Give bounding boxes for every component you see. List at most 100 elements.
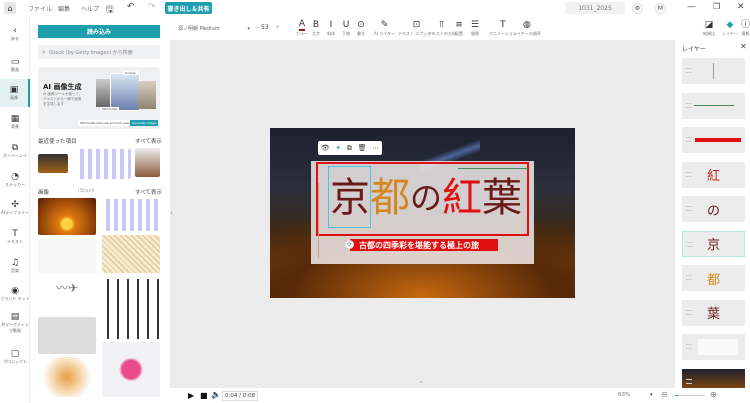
recent-thumb[interactable]	[38, 154, 68, 173]
menu-edit[interactable]: 編集	[58, 4, 70, 13]
project-name-field[interactable]: 1031_2025	[565, 2, 625, 14]
layer-item[interactable]: 京	[682, 230, 745, 257]
title-char[interactable]: 紅	[442, 178, 482, 218]
restore-icon[interactable]: ❐	[713, 2, 720, 11]
delete-icon[interactable]: 🗑	[358, 144, 367, 152]
font-select[interactable]: 源ノ明朝 Medium ▾	[175, 23, 253, 34]
drag-handle-icon[interactable]	[686, 68, 692, 73]
zoom-slider[interactable]	[675, 395, 705, 396]
duplicate-icon[interactable]: ⧉	[347, 144, 352, 153]
image-thumb[interactable]: 〰✈	[38, 279, 96, 313]
images-tab-istock[interactable]: iStock	[78, 188, 95, 194]
generate-image-button[interactable]: Generate Image	[130, 120, 159, 126]
zoom-out-icon[interactable]: ⊖	[661, 390, 668, 399]
subtitle-banner[interactable]: 古都の四季彩を堪能する極上の旅	[350, 239, 498, 251]
avatar[interactable]: M	[655, 3, 666, 14]
menu-help[interactable]: ヘルプ	[81, 4, 99, 13]
tool-underline[interactable]: U 下線	[342, 20, 350, 37]
tool-spacing[interactable]: ☰ 間隔	[471, 20, 479, 37]
tool-info[interactable]: ⓘ 情報	[741, 20, 750, 37]
layer-item[interactable]	[682, 127, 745, 153]
rail-item-music[interactable]: ♫ 音楽	[0, 252, 30, 280]
home-button[interactable]: ⌂	[4, 2, 16, 14]
layer-item[interactable]	[682, 334, 745, 360]
title-char[interactable]: 都	[370, 178, 410, 218]
tool-text-direction[interactable]: ⫪ テキストの方向	[428, 20, 456, 37]
layer-item[interactable]: 葉	[682, 299, 745, 326]
layer-item[interactable]: 紅	[682, 161, 745, 188]
save-icon[interactable]: 🖫	[106, 2, 114, 18]
font-size-increase[interactable]: +	[275, 24, 280, 31]
tool-bold[interactable]: B 太字	[312, 20, 320, 37]
drag-handle-icon[interactable]	[687, 241, 693, 247]
rail-item-sticker[interactable]: ◔ ステッカー	[0, 166, 30, 194]
drag-handle-icon[interactable]	[686, 137, 692, 142]
stop-icon[interactable]: ■	[200, 391, 208, 400]
rail-item-background[interactable]: ▦ 背景	[0, 108, 30, 136]
drag-handle-icon[interactable]	[686, 171, 692, 177]
expand-timeline-icon[interactable]: ⌃	[418, 380, 424, 388]
tool-ai-writer[interactable]: ✎ AI ライター	[374, 20, 395, 37]
tool-aspect-ratio[interactable]: ◪ 縦横比	[703, 20, 715, 37]
drag-handle-icon[interactable]	[686, 378, 692, 384]
redo-icon[interactable]: ↷	[148, 2, 156, 12]
minimize-icon[interactable]: —	[687, 2, 696, 12]
settings-icon[interactable]: ⚙	[632, 3, 643, 14]
tool-layer-order[interactable]: ◍ レイヤーの順序	[513, 20, 541, 37]
chevron-down-icon[interactable]: ▾	[650, 392, 653, 398]
play-icon[interactable]: ▶	[188, 391, 194, 400]
undo-icon[interactable]: ↶	[127, 2, 135, 12]
title-char[interactable]: 葉	[482, 178, 522, 218]
export-share-button[interactable]: 書き出し＆共有	[165, 2, 212, 14]
image-thumb[interactable]	[38, 239, 96, 273]
layer-item[interactable]: 都	[682, 265, 745, 291]
design-canvas[interactable]: 京 都 の 紅 葉 古都の四季彩を堪能する極上の旅 ⟳ 👁 ✦ ⧉ 🗑 ⋯	[270, 128, 575, 298]
recent-see-all[interactable]: すべて表示	[135, 137, 162, 145]
font-size-decrease[interactable]: −	[255, 24, 260, 31]
tool-align[interactable]: ≡ 配置	[455, 20, 463, 37]
rail-item-video[interactable]: ▭ 動画	[0, 51, 30, 79]
title-char[interactable]: の	[410, 182, 442, 214]
load-button[interactable]: 読み込み	[38, 25, 160, 38]
drag-handle-icon[interactable]	[686, 102, 692, 108]
image-thumb[interactable]	[102, 235, 160, 273]
image-thumb[interactable]	[38, 357, 96, 397]
rail-item-ai-marketing[interactable]: ▤ AIマーケティング動画	[0, 309, 30, 337]
image-thumb[interactable]	[38, 198, 96, 235]
close-layer-panel-icon[interactable]: ✕	[740, 42, 747, 51]
rail-item-text[interactable]: T テキスト	[0, 223, 30, 251]
tool-color[interactable]: A カラー	[296, 20, 308, 37]
volume-icon[interactable]: 🔈	[211, 390, 221, 399]
rotate-handle-icon[interactable]: ⟳	[345, 240, 354, 249]
drag-handle-icon[interactable]	[686, 344, 692, 349]
layer-item[interactable]: の	[682, 196, 745, 222]
recent-thumb[interactable]	[135, 148, 160, 177]
font-size-input[interactable]: 53	[261, 24, 269, 31]
collapse-panel-icon[interactable]: ‹	[170, 208, 173, 217]
rail-item-overlay[interactable]: ⧉ オーバーレイ	[0, 137, 30, 165]
rail-item-project[interactable]: ▢ プロジェクト	[0, 343, 30, 371]
drag-handle-icon[interactable]	[686, 275, 692, 280]
visibility-icon[interactable]: 👁	[321, 144, 330, 152]
rail-item-back[interactable]: ‹ 戻る	[0, 20, 30, 48]
rail-item-image[interactable]: ▣ 画像	[0, 79, 30, 107]
layer-item[interactable]	[682, 92, 745, 119]
close-window-icon[interactable]: ✕	[737, 2, 745, 12]
drag-handle-icon[interactable]	[686, 206, 692, 211]
zoom-in-icon[interactable]: ⊕	[710, 390, 717, 399]
menu-file[interactable]: ファイル	[28, 4, 52, 13]
magic-icon[interactable]: ✦	[335, 144, 341, 152]
layer-item[interactable]	[682, 58, 745, 84]
image-thumb[interactable]	[102, 279, 160, 339]
images-see-all[interactable]: すべて表示	[135, 188, 162, 196]
image-thumb[interactable]	[38, 317, 96, 354]
image-search-input[interactable]: ⌕ iStock (by Getty Images) から検索	[38, 45, 160, 59]
ai-image-card[interactable]: AI 画像生成 AI 画像ツールを使って、テキストから一瞬で画像を生成します U…	[38, 67, 160, 129]
image-thumb[interactable]	[102, 199, 160, 231]
drag-handle-icon[interactable]	[686, 309, 692, 315]
tool-style[interactable]: ⊙ 書式	[357, 20, 365, 37]
tool-italic[interactable]: I 斜体	[327, 20, 335, 37]
tool-layer[interactable]: ◆ レイヤー	[722, 20, 738, 37]
recent-thumb[interactable]	[76, 149, 131, 179]
more-icon[interactable]: ⋯	[372, 144, 379, 152]
